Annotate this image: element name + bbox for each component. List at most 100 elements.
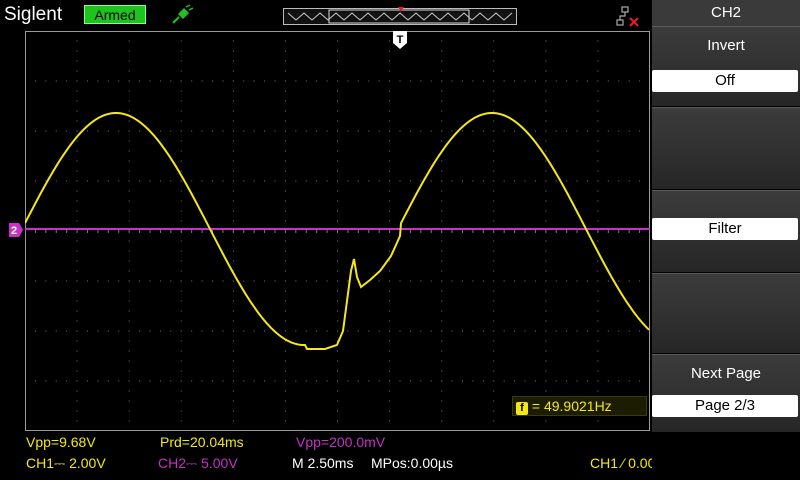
graticule-dot	[420, 180, 422, 182]
filter-button[interactable]: Filter	[652, 190, 800, 272]
next-page-button[interactable]: Next Page Page 2/3	[652, 354, 800, 432]
menu-slot-2[interactable]	[652, 107, 800, 189]
graticule-dot	[451, 380, 453, 382]
graticule-dot	[430, 180, 432, 182]
graticule-dot	[441, 290, 443, 292]
graticule-dot	[305, 280, 307, 282]
graticule-dot	[545, 350, 547, 352]
graticule-dot	[87, 280, 88, 282]
graticule-dot	[222, 180, 224, 182]
graticule-dot	[264, 280, 266, 282]
graticule-dot	[337, 200, 338, 202]
graticule-dot	[368, 80, 370, 82]
graticule-dot	[284, 210, 286, 212]
graticule-dot	[441, 340, 443, 342]
graticule-dot	[607, 280, 609, 282]
graticule-dot	[347, 380, 349, 382]
graticule-dot	[597, 180, 599, 182]
graticule-dot	[149, 180, 151, 182]
graticule-dot	[576, 280, 578, 282]
graticule-dot	[128, 130, 130, 132]
graticule-dot	[232, 160, 234, 162]
graticule-dot	[34, 330, 36, 332]
graticule-dot	[399, 130, 401, 132]
graticule-dot	[180, 350, 182, 352]
graticule-dot	[441, 270, 443, 272]
graticule-dot	[462, 330, 463, 332]
graticule-dot	[337, 100, 338, 102]
graticule-dot	[482, 180, 484, 182]
graticule-dot	[628, 180, 630, 182]
graticule-dot	[76, 180, 78, 182]
graticule-dot	[284, 410, 286, 412]
graticule-dot	[284, 190, 286, 192]
graticule-dot	[232, 170, 234, 172]
graticule-dot	[118, 380, 120, 382]
memory-position: MPos:0.00µs	[371, 455, 453, 471]
graticule-dot	[555, 130, 557, 132]
graticule-dot	[264, 380, 266, 382]
graticule-dot	[128, 260, 130, 262]
waveform-display[interactable]	[25, 31, 650, 431]
graticule-dot	[128, 290, 130, 292]
graticule-dot	[180, 110, 182, 112]
graticule-dot	[545, 220, 547, 222]
graticule-dot	[284, 70, 286, 72]
graticule-dot	[597, 150, 599, 152]
graticule-dot	[389, 120, 391, 122]
graticule-dot	[66, 80, 68, 82]
trigger-time-marker[interactable]: T	[393, 31, 407, 49]
graticule-dot	[587, 280, 588, 282]
graticule-dot	[639, 80, 641, 82]
graticule-dot	[357, 330, 359, 332]
graticule-dot	[482, 80, 484, 82]
graticule-dot	[576, 380, 578, 382]
graticule-dot	[97, 130, 99, 132]
graticule-dot	[170, 280, 172, 282]
graticule-dot	[545, 70, 547, 72]
graticule-dot	[493, 310, 495, 312]
graticule-dot	[389, 310, 391, 312]
graticule-dot	[337, 240, 338, 242]
graticule-dot	[149, 380, 151, 382]
graticule-dot	[545, 100, 547, 102]
graticule-dot	[180, 140, 182, 142]
graticule-dot	[389, 420, 391, 422]
graticule-dot	[253, 130, 255, 132]
graticule-dot	[180, 260, 182, 262]
menu-slot-4[interactable]	[652, 273, 800, 353]
graticule-dot	[76, 330, 78, 332]
graticule-dot	[597, 170, 599, 172]
graticule-dot	[357, 80, 359, 82]
graticule-dot	[232, 60, 234, 62]
graticule-dot	[337, 210, 338, 212]
graticule-dot	[420, 280, 422, 282]
graticule-dot	[243, 130, 245, 132]
graticule-dot	[337, 280, 338, 282]
invert-button[interactable]: Invert Off	[652, 26, 800, 106]
graticule-dot	[337, 290, 338, 292]
ch1-vpp-measurement: Vpp=9.68V	[26, 434, 96, 450]
graticule-dot	[472, 130, 474, 132]
graticule-dot	[441, 180, 443, 182]
graticule-dot	[180, 40, 182, 42]
graticule-dot	[139, 80, 141, 82]
graticule-dot	[180, 240, 182, 242]
graticule-dot	[118, 180, 120, 182]
graticule-dot	[441, 350, 443, 352]
graticule-dot	[180, 170, 182, 172]
graticule-dot	[107, 380, 109, 382]
graticule-dot	[576, 330, 578, 332]
graticule-dot	[441, 120, 443, 122]
graticule-dot	[170, 330, 172, 332]
graticule-dot	[232, 280, 234, 282]
graticule-dot	[639, 330, 641, 332]
graticule-dot	[566, 180, 568, 182]
graticule-dot	[462, 380, 463, 382]
graticule-dot	[337, 220, 338, 222]
graticule-dot	[128, 320, 130, 322]
graticule-dot	[159, 80, 161, 82]
graticule-dot	[284, 260, 286, 262]
graticule-dot	[128, 200, 130, 202]
ch2-level-marker[interactable]: 2	[9, 223, 23, 237]
